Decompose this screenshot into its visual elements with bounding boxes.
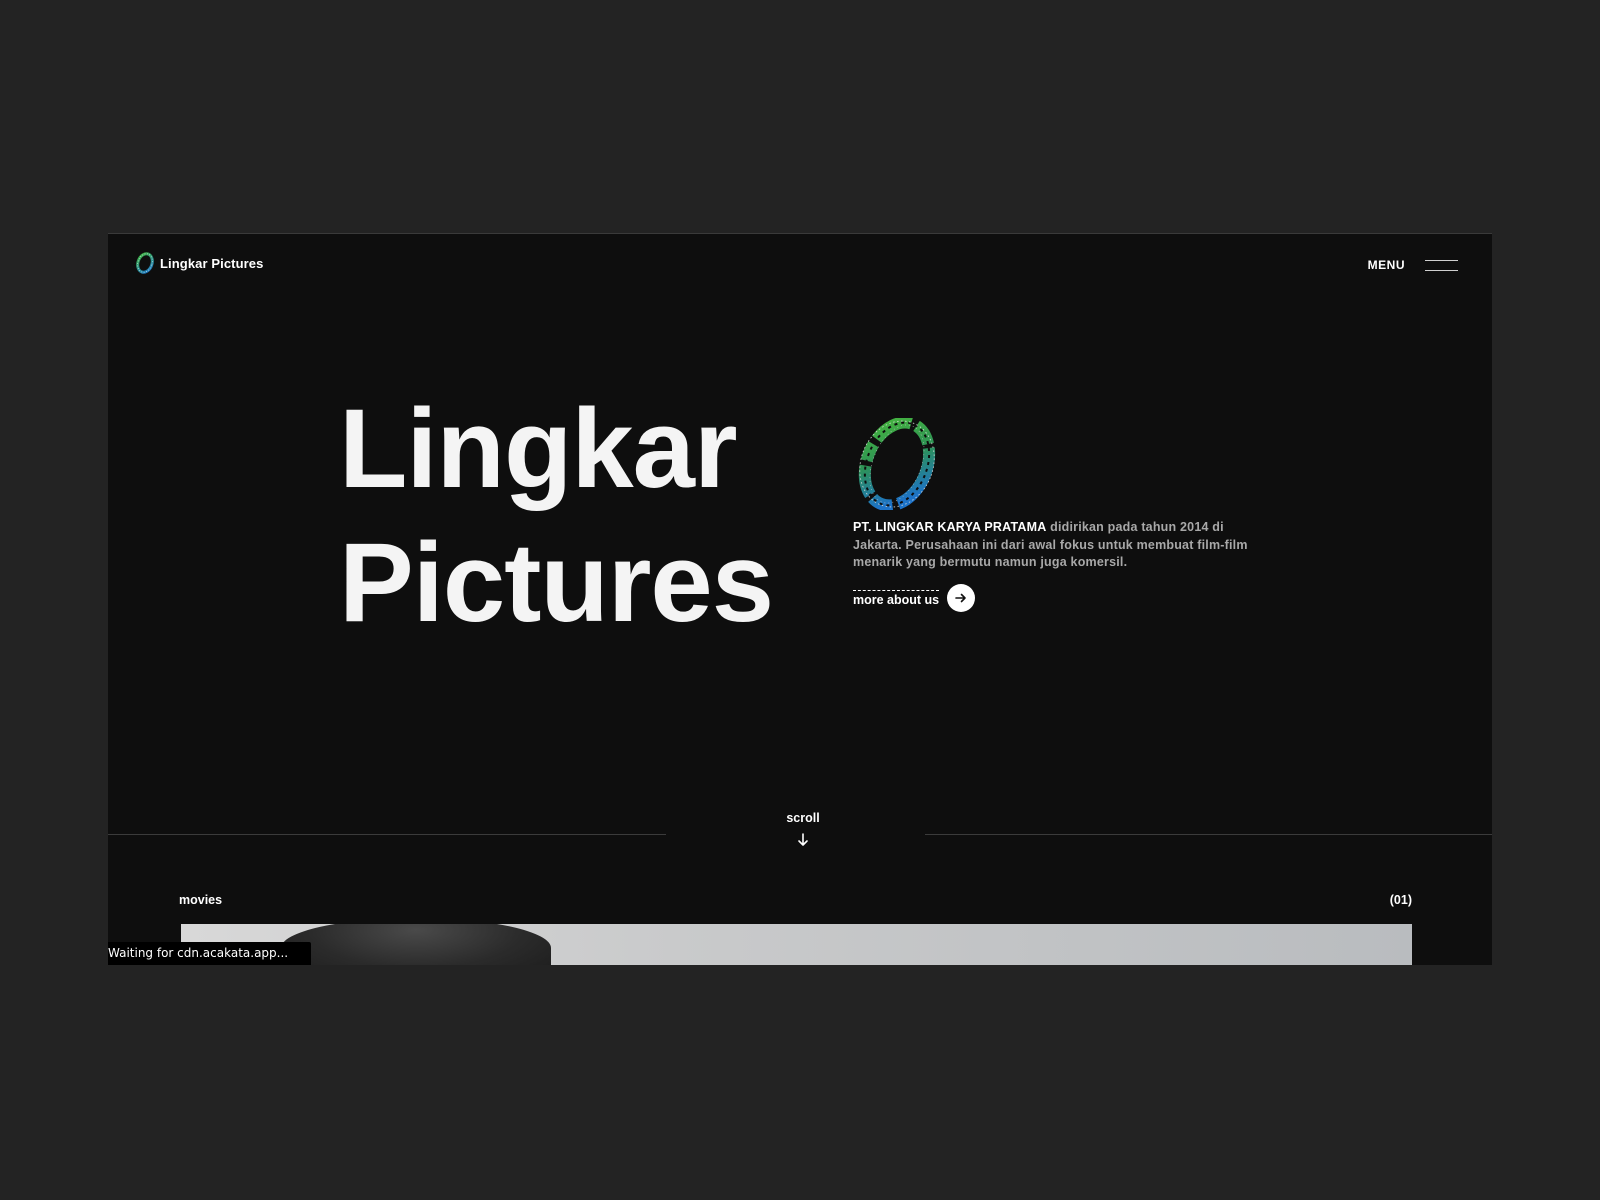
movies-count: (01) (1389, 893, 1412, 907)
website-viewport: Lingkar Pictures MENU Lingkar Pictures P… (108, 233, 1492, 965)
menu-button[interactable]: MENU (1368, 258, 1458, 272)
status-text: Waiting for cdn.acakata.app... (108, 946, 289, 960)
about-text: PT. LINGKAR KARYA PRATAMA didirikan pada… (853, 519, 1253, 572)
ring-logo-icon (136, 252, 154, 274)
hero-title-line2: Pictures (339, 520, 774, 645)
scroll-indicator[interactable]: scroll (748, 811, 858, 847)
more-about-us-label: more about us (853, 589, 940, 607)
arrow-right-icon (947, 584, 976, 612)
movies-section-label: movies (179, 893, 223, 907)
hero-title: Lingkar Pictures (339, 382, 774, 650)
about-company-name: PT. LINGKAR KARYA PRATAMA (853, 520, 1047, 534)
hamburger-icon (1425, 258, 1458, 272)
section-divider-right (925, 834, 1492, 835)
ring-emblem-icon (858, 418, 936, 510)
movie-poster-image[interactable] (181, 924, 1412, 965)
section-divider-left (108, 834, 666, 835)
site-logo[interactable]: Lingkar Pictures (134, 252, 263, 274)
menu-label: MENU (1367, 258, 1405, 272)
more-about-us-link[interactable]: more about us (853, 584, 976, 612)
scroll-label: scroll (786, 811, 820, 825)
logo-text: Lingkar Pictures (160, 255, 264, 271)
movie-poster-figure (281, 924, 551, 965)
arrow-down-icon (798, 833, 808, 846)
browser-status-bar: Waiting for cdn.acakata.app... (108, 942, 311, 965)
hero-title-line1: Lingkar (339, 386, 738, 511)
